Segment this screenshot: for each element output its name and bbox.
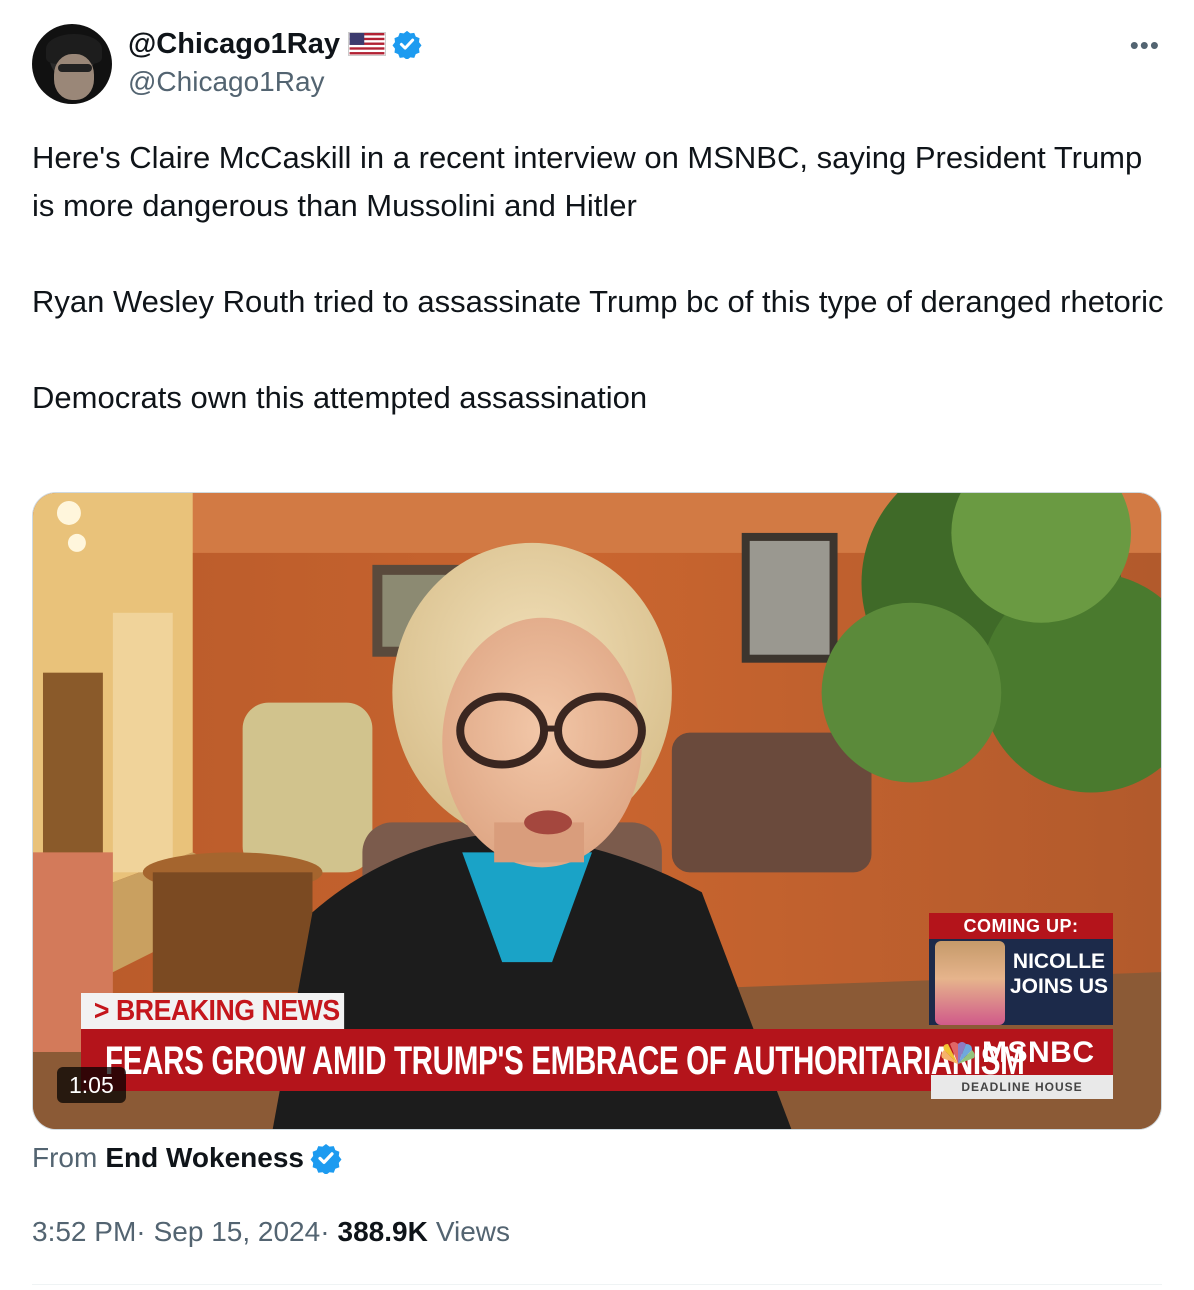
video-player[interactable]: COMING UP: NICOLLE JOINS US > BREAKING N…: [32, 492, 1162, 1130]
chyron-headline: FEARS GROW AMID TRUMP'S EMBRACE OF AUTHO…: [105, 1039, 1025, 1083]
divider: [32, 1284, 1162, 1285]
breaking-news-label: > BREAKING NEWS: [81, 993, 345, 1029]
peacock-icon: [941, 1042, 975, 1064]
avatar-face: [54, 54, 94, 100]
video-source: From End Wokeness: [32, 1140, 342, 1176]
tweet-paragraph: Democrats own this attempted assassinati…: [32, 380, 648, 415]
tweet-time[interactable]: 3:52 PM: [32, 1216, 136, 1248]
coming-up-label: COMING UP:: [929, 913, 1113, 939]
source-prefix: From: [32, 1142, 98, 1173]
author-handle[interactable]: @Chicago1Ray: [128, 66, 422, 98]
tweet-date[interactable]: Sep 15, 2024: [154, 1216, 321, 1248]
source-name[interactable]: End Wokeness: [105, 1142, 304, 1174]
coming-up-panel: COMING UP: NICOLLE JOINS US: [929, 913, 1113, 1025]
author-names: @Chicago1Ray @Chicago1Ray: [128, 26, 422, 98]
tweet-paragraph: Ryan Wesley Routh tried to assassinate T…: [32, 284, 1164, 319]
tweet-header: @Chicago1Ray @Chicago1Ray •••: [32, 24, 1162, 108]
author-avatar[interactable]: [32, 24, 112, 104]
tweet-text: Here's Claire McCaskill in a recent inte…: [32, 134, 1172, 422]
meta-separator: ·: [320, 1216, 330, 1247]
coming-up-name: NICOLLE JOINS US: [1009, 949, 1109, 999]
verified-badge-icon[interactable]: [392, 29, 422, 59]
verified-badge-icon[interactable]: [310, 1142, 342, 1174]
meta-separator: ·: [136, 1216, 146, 1247]
coming-up-guest-photo: [935, 941, 1005, 1025]
views-label: Views: [435, 1216, 511, 1247]
tweet-paragraph: Here's Claire McCaskill in a recent inte…: [32, 140, 1143, 223]
views-count[interactable]: 388.9K: [338, 1216, 428, 1248]
video-duration: 1:05: [57, 1067, 126, 1103]
network-name: MSNBC: [982, 1036, 1095, 1069]
show-name-bar: DEADLINE HOUSE: [931, 1075, 1113, 1099]
network-logo: MSNBC: [938, 1031, 1095, 1075]
display-name-row: @Chicago1Ray: [128, 26, 422, 62]
us-flag-icon: [348, 32, 387, 56]
tweet-meta: 3:52 PM · Sep 15, 2024 · 388.9K Views: [32, 1212, 510, 1252]
author-display-name[interactable]: @Chicago1Ray: [128, 28, 340, 61]
coming-up-line2: JOINS US: [1009, 975, 1109, 998]
avatar-sunglasses: [58, 64, 92, 72]
more-options-icon[interactable]: •••: [1130, 30, 1160, 61]
coming-up-line1: NICOLLE: [1012, 950, 1106, 973]
